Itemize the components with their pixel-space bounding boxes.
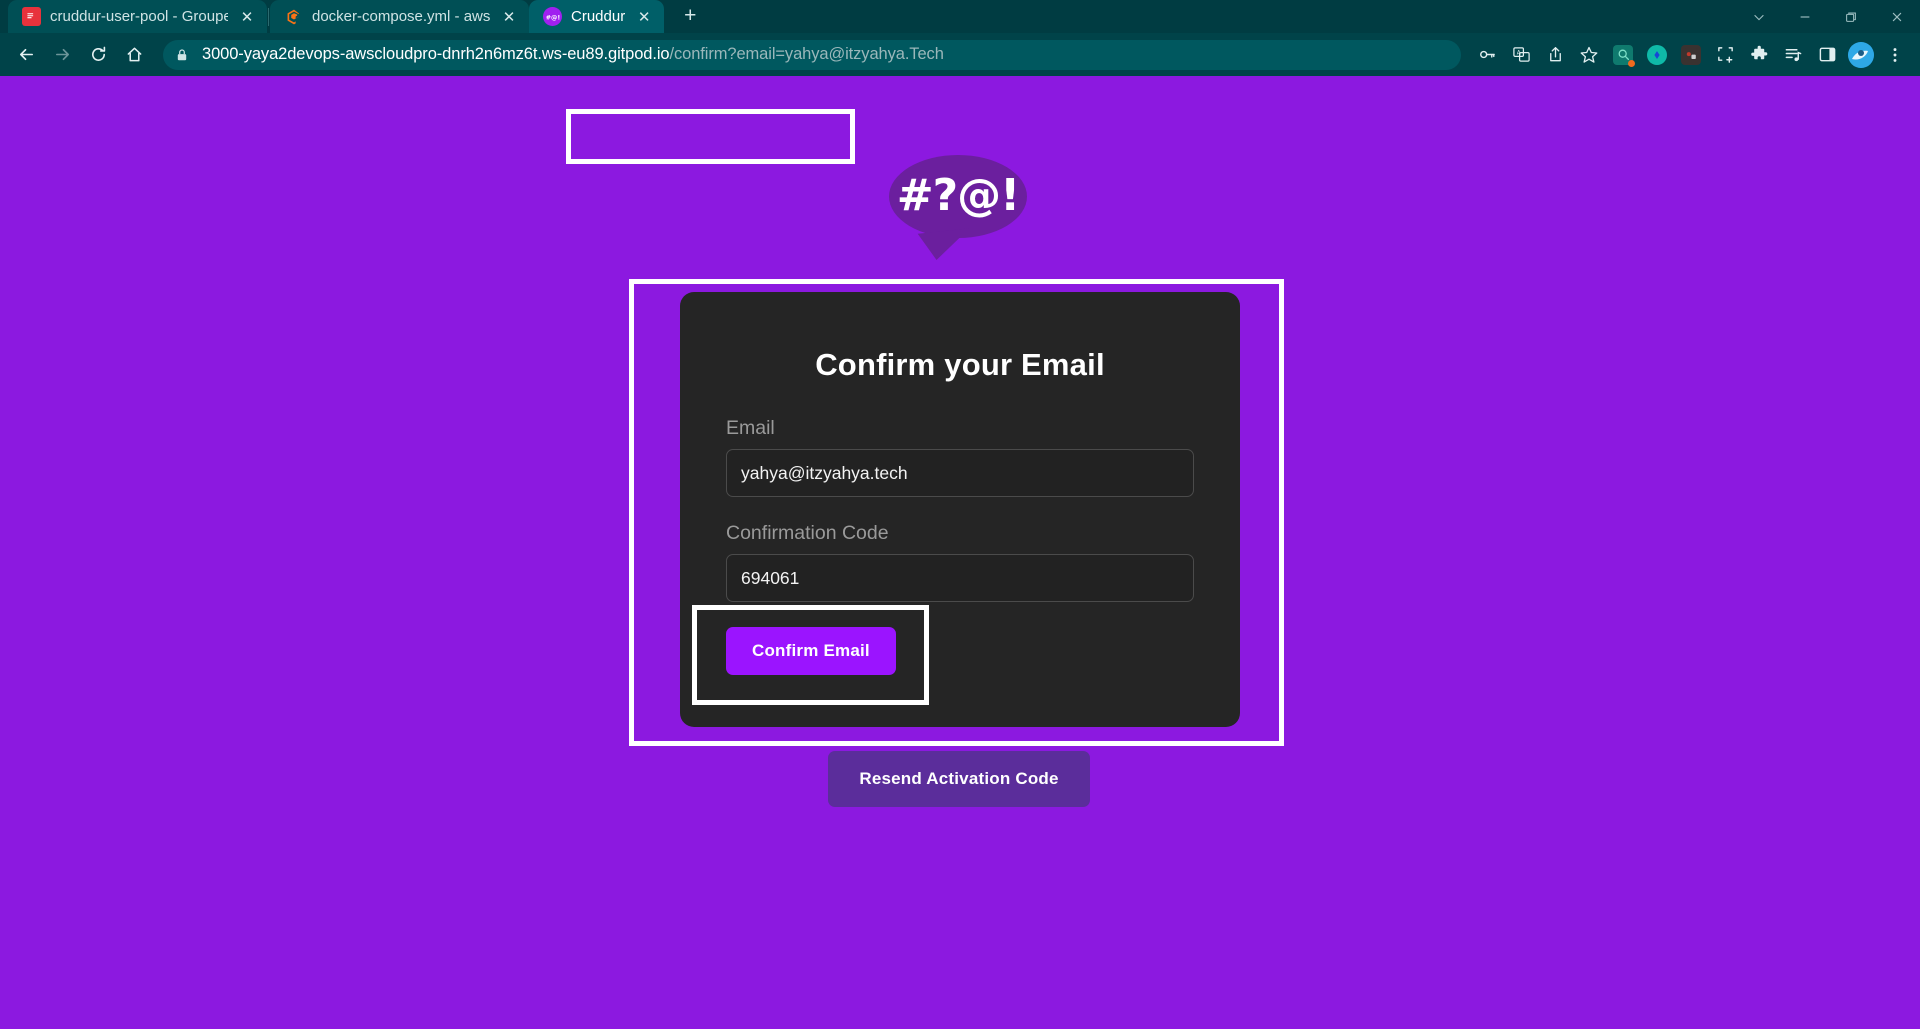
logo-text: #?@! bbox=[896, 169, 1020, 221]
password-key-icon[interactable] bbox=[1471, 39, 1503, 71]
forward-button[interactable] bbox=[45, 38, 79, 72]
lock-icon bbox=[175, 48, 192, 62]
reload-button[interactable] bbox=[81, 38, 115, 72]
confirm-button-row: Confirm Email bbox=[726, 627, 1194, 675]
cruddur-icon: #@! bbox=[543, 7, 562, 26]
back-button[interactable] bbox=[9, 38, 43, 72]
cruddur-confirm-page: #?@! Confirm your Email Email Confirmati… bbox=[0, 76, 1920, 1029]
share-icon[interactable] bbox=[1539, 39, 1571, 71]
email-label: Email bbox=[726, 417, 775, 439]
address-bar[interactable]: 3000-yaya2devops-awscloudpro-dnrh2n6mz6t… bbox=[163, 39, 1461, 70]
browser-tab-2[interactable]: docker-compose.yml - aws-cloud ✕ bbox=[270, 0, 529, 33]
resend-activation-code-button[interactable]: Resend Activation Code bbox=[828, 751, 1090, 807]
email-input[interactable] bbox=[726, 449, 1194, 497]
browser-chrome: cruddur-user-pool - Groupes d'u ✕ docker… bbox=[0, 0, 1920, 76]
window-controls bbox=[1736, 0, 1920, 33]
gitpod-icon bbox=[284, 7, 303, 26]
aws-cognito-icon bbox=[22, 7, 41, 26]
browser-toolbar: 3000-yaya2devops-awscloudpro-dnrh2n6mz6t… bbox=[0, 33, 1920, 76]
extension-recorder-icon[interactable] bbox=[1675, 39, 1707, 71]
confirmation-code-field-group: Confirmation Code bbox=[726, 522, 1194, 602]
profile-avatar-icon[interactable] bbox=[1845, 39, 1877, 71]
url-text: 3000-yaya2devops-awscloudpro-dnrh2n6mz6t… bbox=[202, 45, 944, 64]
screenshot-crop-icon[interactable] bbox=[1709, 39, 1741, 71]
chrome-menu-icon[interactable] bbox=[1879, 39, 1911, 71]
extensions-puzzle-icon[interactable] bbox=[1743, 39, 1775, 71]
minimize-icon[interactable] bbox=[1782, 0, 1828, 33]
reading-playlist-icon[interactable] bbox=[1777, 39, 1809, 71]
tab-title: cruddur-user-pool - Groupes d'u bbox=[50, 8, 228, 25]
new-tab-button[interactable]: + bbox=[674, 0, 706, 32]
url-path: /confirm?email=yahya@itzyahya.Tech bbox=[669, 45, 944, 63]
svg-text:A: A bbox=[1516, 51, 1520, 57]
confirm-email-button[interactable]: Confirm Email bbox=[726, 627, 896, 675]
tab-title: docker-compose.yml - aws-cloud bbox=[312, 8, 490, 25]
avatar bbox=[1848, 41, 1874, 68]
browser-tab-3[interactable]: #@! Cruddur ✕ bbox=[529, 0, 665, 33]
toolbar-icon-group: A bbox=[1471, 39, 1911, 71]
tab-close-icon[interactable]: ✕ bbox=[499, 7, 519, 27]
bookmark-star-icon[interactable] bbox=[1573, 39, 1605, 71]
maximize-icon[interactable] bbox=[1828, 0, 1874, 33]
confirmation-code-input[interactable] bbox=[726, 554, 1194, 602]
tab-separator bbox=[268, 7, 269, 26]
speech-bubble-tail bbox=[917, 228, 973, 262]
extension-search-icon[interactable] bbox=[1607, 39, 1639, 71]
confirm-email-card: Confirm your Email Email Confirmation Co… bbox=[680, 292, 1240, 727]
home-button[interactable] bbox=[117, 38, 151, 72]
tab-close-icon[interactable]: ✕ bbox=[237, 7, 257, 27]
extension-diamond-icon[interactable] bbox=[1641, 39, 1673, 71]
page-title: Confirm your Email bbox=[815, 347, 1105, 382]
tab-close-icon[interactable]: ✕ bbox=[634, 7, 654, 27]
side-panel-icon[interactable] bbox=[1811, 39, 1843, 71]
tab-title: Cruddur bbox=[571, 8, 626, 25]
svg-text:#@!: #@! bbox=[546, 13, 560, 21]
browser-tab-1[interactable]: cruddur-user-pool - Groupes d'u ✕ bbox=[8, 0, 267, 33]
chevron-down-icon[interactable] bbox=[1736, 0, 1782, 33]
url-highlight-box bbox=[566, 109, 855, 164]
translate-icon[interactable]: A bbox=[1505, 39, 1537, 71]
url-host: 3000-yaya2devops-awscloudpro-dnrh2n6mz6t… bbox=[202, 45, 670, 63]
cruddur-speech-bubble-logo: #?@! bbox=[889, 155, 1027, 262]
close-icon[interactable] bbox=[1874, 0, 1920, 33]
email-field-group: Email bbox=[726, 417, 1194, 497]
confirmation-code-label: Confirmation Code bbox=[726, 522, 889, 544]
tab-strip: cruddur-user-pool - Groupes d'u ✕ docker… bbox=[0, 0, 1920, 33]
